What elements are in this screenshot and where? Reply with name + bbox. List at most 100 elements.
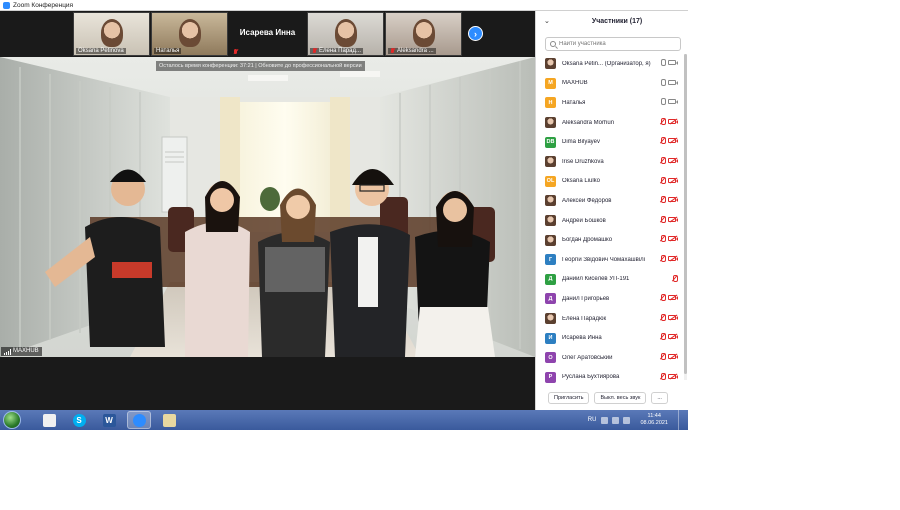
participant-row[interactable]: Андрей Бошков (536, 211, 686, 231)
meeting-area: Oksana Petinova Наталья Исарева Инна Еле… (0, 11, 535, 410)
video-off-icon (668, 158, 678, 163)
more-options-button[interactable]: ... (651, 392, 668, 404)
participant-status-icons (660, 313, 678, 321)
participant-status-icons (660, 137, 678, 145)
participant-row[interactable]: Елена Парадюк (536, 309, 686, 329)
participant-row[interactable]: Д Даниил Киселев УП-191 (536, 270, 686, 290)
participant-row[interactable]: Р Руслана Бухтиярова (536, 368, 686, 388)
clock[interactable]: 11:44 08.06.2021 (640, 413, 668, 427)
avatar (545, 195, 556, 207)
participant-name: Dima Bilyayev (562, 139, 601, 146)
participant-search[interactable] (545, 37, 681, 51)
system-tray: RU 11:44 08.06.2021 (588, 410, 688, 430)
participant-name: Даниил Киселев УП-191 (562, 276, 630, 283)
mic-icon (660, 59, 666, 66)
participant-list-scrollbar[interactable] (684, 54, 687, 380)
mic-muted-icon (660, 137, 666, 145)
participant-row[interactable]: Алексей Фёдоров (536, 191, 686, 211)
start-button[interactable] (3, 411, 21, 429)
tray-volume-icon[interactable] (623, 416, 631, 424)
tray-network-icon[interactable] (612, 416, 620, 424)
window-title: Zoom Конференция (13, 1, 74, 9)
participant-row[interactable]: Д Данил Григорьев (536, 289, 686, 309)
avatar: M (545, 77, 556, 89)
video-off-icon (668, 138, 678, 144)
video-off-icon (668, 373, 678, 379)
video-thumbnail[interactable]: Aleksandra ... (385, 12, 462, 56)
participant-list: Oksana Petin... (Организатор, я) M MAXHUB Н… (536, 54, 686, 384)
language-indicator[interactable]: RU (588, 417, 597, 423)
windows-taskbar: SW RU 11:44 08.06.2021 (0, 410, 688, 430)
screen: Zoom Конференция Oksana Petinova Наталья… (0, 0, 688, 430)
file-explorer-icon[interactable] (37, 411, 61, 429)
participant-name: Oksana Petin... (Организатор, я) (562, 60, 651, 67)
participant-face (412, 19, 435, 47)
participant-search-input[interactable] (559, 41, 669, 47)
mic-muted-icon (660, 117, 666, 125)
mic-muted-icon (660, 333, 666, 341)
participant-name: Исарева Инна (562, 335, 602, 342)
participant-status-icons (660, 333, 678, 341)
mute-all-button[interactable]: Выкл. весь звук (594, 392, 647, 404)
avatar: Д (545, 293, 556, 305)
time-limit-notice[interactable]: Осталось время конференции: 37:21 | Обно… (156, 61, 365, 71)
main-video[interactable]: Осталось время конференции: 37:21 | Обно… (0, 57, 535, 357)
participant-status-icons (660, 157, 678, 164)
video-thumbnail[interactable]: Наталья (151, 12, 228, 56)
participant-status-icons (660, 117, 678, 125)
next-page-button[interactable]: › (468, 26, 483, 41)
participant-status-icons (660, 294, 678, 302)
mic-muted-icon (660, 215, 666, 223)
participants-panel: ⌄ Участники (17) Oksana Petin... (Органи… (535, 11, 688, 410)
participant-name: Данил Григорьев (562, 295, 610, 302)
participant-row[interactable]: DB Dima Bilyayev (536, 132, 686, 152)
room-scene (0, 57, 535, 357)
thumbnail-strip: Oksana Petinova Наталья Исарева Инна Еле… (0, 11, 535, 57)
paint-icon[interactable] (157, 411, 181, 429)
avatar: И (545, 332, 556, 344)
participant-status-icons (660, 98, 678, 106)
participants-footer: Пригласить Выкл. весь звук ... (536, 389, 686, 407)
skype-icon[interactable]: S (67, 411, 91, 429)
avatar (545, 215, 556, 227)
avatar (545, 234, 556, 246)
participant-name: Алексей Фёдоров (562, 197, 612, 204)
participant-row[interactable]: Aleksandra Morhun (536, 113, 686, 133)
participant-status-icons (660, 353, 678, 360)
mic-muted-icon (660, 157, 666, 164)
avatar: Д (545, 273, 556, 285)
avatar: Н (545, 97, 556, 109)
participant-row[interactable]: Oksana Petin... (Организатор, я) (536, 54, 686, 74)
collapse-chevron-icon[interactable]: ⌄ (544, 17, 550, 25)
participant-row[interactable]: О Олег Аратовський (536, 348, 686, 368)
avatar: Р (545, 371, 556, 383)
mic-icon (660, 78, 666, 86)
participant-row[interactable]: И Исарева Инна (536, 328, 686, 348)
participant-status-icons (660, 78, 678, 86)
video-thumbnail-no-video[interactable]: Исарева Инна (229, 12, 306, 56)
word-icon-glyph: W (102, 413, 116, 427)
tray-flag-icon[interactable] (601, 416, 609, 424)
participant-row[interactable]: Богдан Дромашко (536, 230, 686, 250)
video-thumbnail[interactable]: Елена Парад... (307, 12, 384, 56)
mic-muted-icon (660, 196, 666, 204)
participant-status-icons (660, 176, 678, 184)
participant-row[interactable]: Г Георгій Звідович Чомахашвілі (536, 250, 686, 270)
invite-button[interactable]: Пригласить (548, 392, 590, 404)
word-icon[interactable]: W (97, 411, 121, 429)
video-off-icon (668, 197, 678, 203)
participant-face (100, 19, 123, 47)
active-speaker-label: MAXHUB (1, 347, 42, 356)
participant-row[interactable]: Irise Druzhkova (536, 152, 686, 172)
participant-row[interactable]: M MAXHUB (536, 74, 686, 94)
participant-row[interactable]: Н Наталья (536, 93, 686, 113)
avatar: Г (545, 254, 556, 266)
paint-icon-glyph (162, 413, 176, 427)
video-thumbnail[interactable]: Oksana Petinova (73, 12, 150, 56)
zoom-icon[interactable] (127, 411, 151, 429)
participant-row[interactable]: OL Oksana Liulko (536, 172, 686, 192)
participant-face (178, 19, 201, 47)
video-off-icon (668, 177, 678, 183)
show-desktop-button[interactable] (678, 410, 684, 430)
participant-name: Наталья (562, 99, 586, 106)
